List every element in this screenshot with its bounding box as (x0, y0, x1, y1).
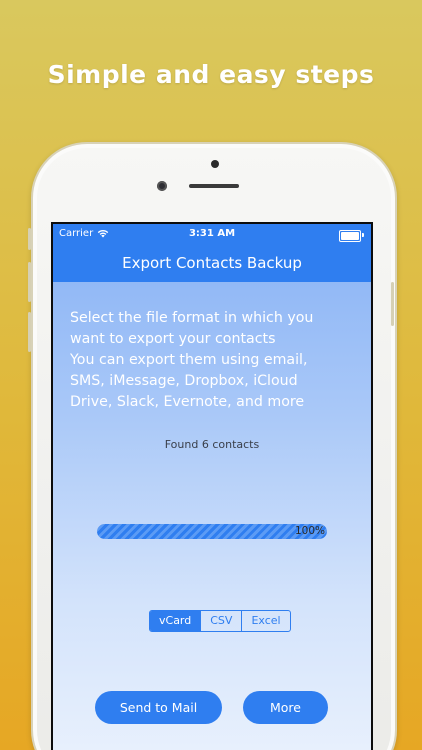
format-option-excel[interactable]: Excel (242, 611, 289, 631)
send-to-mail-button[interactable]: Send to Mail (95, 691, 222, 724)
format-option-csv[interactable]: CSV (201, 611, 243, 631)
headline: Simple and easy steps (47, 60, 375, 89)
status-bar: Carrier 3:31 AM (53, 227, 371, 243)
battery-fill (341, 232, 359, 240)
side-button-volume-down (28, 312, 31, 352)
format-selector: vCard CSV Excel (149, 610, 291, 632)
format-option-vcard[interactable]: vCard (150, 611, 202, 631)
status-time: 3:31 AM (188, 228, 236, 239)
battery-icon (339, 230, 361, 242)
phone-screen: Carrier 3:31 AM Export Contacts Backup S… (51, 222, 373, 750)
instructions-text: Select the file format in which you want… (70, 310, 314, 410)
app-screen: Carrier 3:31 AM Export Contacts Backup S… (53, 224, 371, 750)
found-contacts-label: Found 6 contacts (164, 438, 260, 451)
side-button-mute (28, 228, 31, 250)
phone-speaker (189, 184, 239, 188)
nav-title: Export Contacts Backup (122, 254, 302, 272)
side-button-power (391, 282, 394, 326)
side-button-volume-up (28, 262, 31, 302)
top-bar: Carrier 3:31 AM Export Contacts Backup (53, 224, 371, 282)
progress-label: 100% (294, 525, 325, 537)
battery-tip (362, 233, 364, 237)
phone-camera (157, 181, 167, 191)
more-button[interactable]: More (243, 691, 328, 724)
phone-sensor-dot (211, 160, 219, 168)
